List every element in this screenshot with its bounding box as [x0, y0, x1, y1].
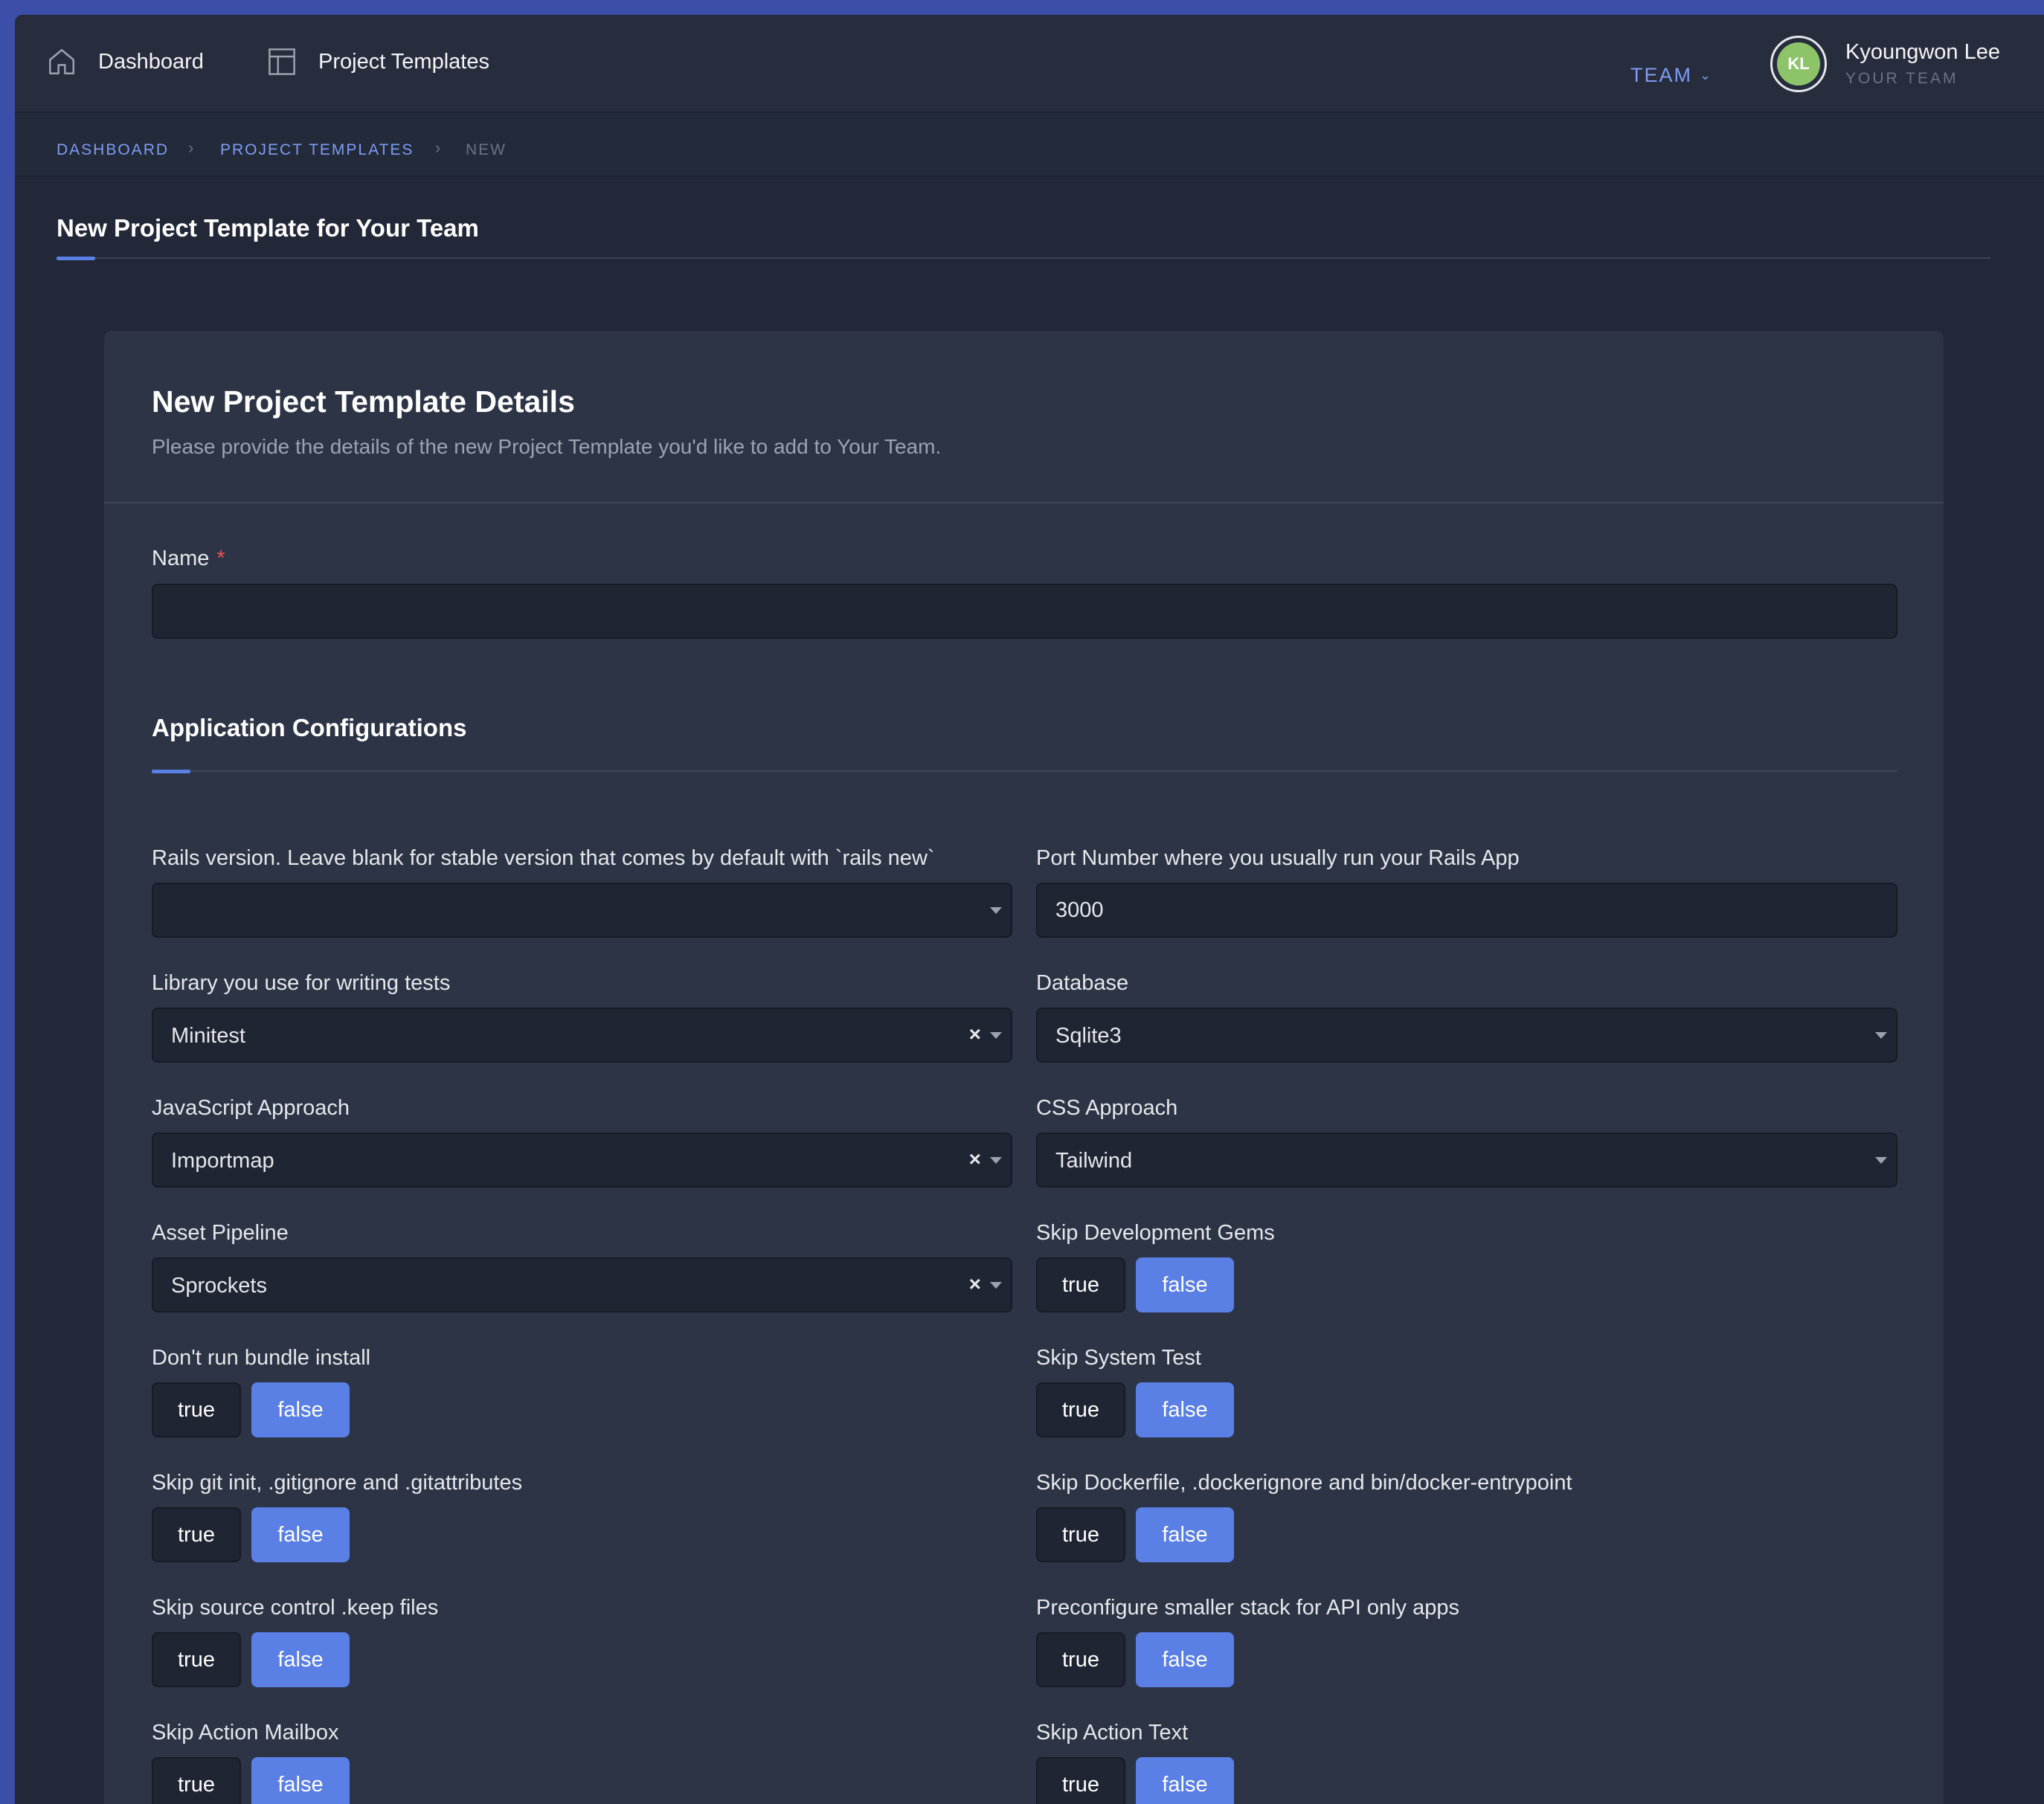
title-divider-accent [57, 257, 95, 260]
skip-system-test-toggle: true false [1036, 1382, 1234, 1437]
skip-text-label: Skip Action Text [1036, 1721, 1189, 1745]
port-label: Port Number where you usually run your R… [1036, 846, 1520, 870]
false-button[interactable]: false [1136, 1257, 1234, 1312]
true-button[interactable]: true [1036, 1382, 1125, 1437]
form-card: New Project Template Details Please prov… [104, 331, 1944, 1804]
test-library-select[interactable]: Minitest × [152, 1008, 1012, 1063]
port-input[interactable] [1036, 883, 1897, 938]
false-button[interactable]: false [251, 1507, 350, 1562]
breadcrumb-separator-icon: › [188, 138, 194, 157]
false-button[interactable]: false [1136, 1757, 1234, 1804]
breadcrumb-separator-icon: › [435, 138, 441, 157]
javascript-select[interactable]: Importmap × [152, 1133, 1012, 1188]
user-name[interactable]: Kyoungwon Lee [1845, 40, 2000, 65]
javascript-value: Importmap [171, 1149, 274, 1173]
section-divider-accent [152, 770, 190, 773]
caret-down-icon[interactable] [990, 1032, 1002, 1039]
name-label: Name * [152, 547, 225, 571]
caret-down-icon[interactable] [990, 907, 1002, 914]
close-icon[interactable]: × [969, 1272, 981, 1296]
css-label: CSS Approach [1036, 1096, 1178, 1120]
home-icon [49, 49, 74, 74]
false-button[interactable]: false [1136, 1507, 1234, 1562]
skip-docker-toggle: true false [1036, 1507, 1234, 1562]
true-button[interactable]: true [152, 1507, 241, 1562]
close-icon[interactable]: × [969, 1022, 981, 1046]
rails-version-label: Rails version. Leave blank for stable ve… [152, 846, 935, 870]
breadcrumb-project-templates[interactable]: PROJECT TEMPLATES [220, 141, 414, 159]
user-team: YOUR TEAM [1845, 70, 1958, 87]
required-mark: * [216, 547, 225, 570]
asset-pipeline-value: Sprockets [171, 1274, 267, 1298]
app-window: Dashboard Project Templates TEAM ⌄ KL Ky… [15, 15, 2044, 1804]
avatar-initials: KL [1777, 42, 1820, 86]
chevron-down-icon: ⌄ [1700, 68, 1713, 83]
test-library-value: Minitest [171, 1024, 245, 1048]
database-value: Sqlite3 [1055, 1024, 1122, 1048]
caret-down-icon[interactable] [990, 1282, 1002, 1289]
css-select[interactable]: Tailwind [1036, 1133, 1897, 1188]
card-divider [104, 502, 1944, 503]
css-value: Tailwind [1055, 1149, 1133, 1173]
card-subtitle: Please provide the details of the new Pr… [152, 435, 942, 458]
section-divider [152, 770, 1897, 772]
name-label-text: Name [152, 547, 210, 570]
true-button[interactable]: true [152, 1382, 241, 1437]
skip-system-test-label: Skip System Test [1036, 1346, 1201, 1370]
true-button[interactable]: true [1036, 1757, 1125, 1804]
top-navigation: Dashboard Project Templates TEAM ⌄ KL Ky… [15, 15, 2044, 113]
nav-dashboard[interactable]: Dashboard [46, 46, 204, 77]
skip-keep-label: Skip source control .keep files [152, 1596, 439, 1620]
caret-down-icon[interactable] [990, 1157, 1002, 1164]
api-only-toggle: true false [1036, 1632, 1234, 1687]
true-button[interactable]: true [1036, 1632, 1125, 1687]
section-title: Application Configurations [152, 714, 467, 741]
breadcrumb-current: NEW [466, 141, 507, 158]
no-bundle-label: Don't run bundle install [152, 1346, 371, 1370]
false-button[interactable]: false [251, 1757, 350, 1804]
database-label: Database [1036, 971, 1129, 995]
caret-down-icon[interactable] [1875, 1157, 1887, 1164]
no-bundle-toggle: true false [152, 1382, 350, 1437]
nav-project-templates-label: Project Templates [318, 49, 489, 74]
avatar[interactable]: KL [1770, 36, 1827, 92]
page-title: New Project Template for Your Team [57, 214, 479, 242]
skip-git-label: Skip git init, .gitignore and .gitattrib… [152, 1471, 523, 1495]
false-button[interactable]: false [251, 1382, 350, 1437]
team-menu-label: TEAM [1630, 64, 1693, 86]
breadcrumb: DASHBOARD › PROJECT TEMPLATES › NEW [15, 113, 2044, 177]
javascript-label: JavaScript Approach [152, 1096, 350, 1120]
asset-pipeline-label: Asset Pipeline [152, 1221, 289, 1245]
name-input[interactable] [152, 584, 1897, 639]
skip-dev-gems-label: Skip Development Gems [1036, 1221, 1275, 1245]
breadcrumb-dashboard[interactable]: DASHBOARD [57, 141, 169, 159]
skip-mailbox-label: Skip Action Mailbox [152, 1721, 339, 1745]
true-button[interactable]: true [152, 1757, 241, 1804]
close-icon[interactable]: × [969, 1147, 981, 1171]
false-button[interactable]: false [1136, 1382, 1234, 1437]
card-title: New Project Template Details [152, 384, 575, 419]
skip-keep-toggle: true false [152, 1632, 350, 1687]
rails-version-select[interactable] [152, 883, 1012, 938]
test-library-label: Library you use for writing tests [152, 971, 451, 995]
team-menu[interactable]: TEAM ⌄ [1630, 64, 1712, 87]
true-button[interactable]: true [1036, 1507, 1125, 1562]
asset-pipeline-select[interactable]: Sprockets × [152, 1257, 1012, 1312]
true-button[interactable]: true [1036, 1257, 1125, 1312]
skip-text-toggle: true false [1036, 1757, 1234, 1804]
skip-docker-label: Skip Dockerfile, .dockerignore and bin/d… [1036, 1471, 1572, 1495]
nav-dashboard-label: Dashboard [98, 49, 204, 74]
title-divider [57, 257, 1990, 259]
database-select[interactable]: Sqlite3 [1036, 1008, 1897, 1063]
skip-git-toggle: true false [152, 1507, 350, 1562]
false-button[interactable]: false [1136, 1632, 1234, 1687]
layout-icon [269, 48, 295, 75]
true-button[interactable]: true [152, 1632, 241, 1687]
nav-project-templates[interactable]: Project Templates [266, 46, 489, 77]
skip-mailbox-toggle: true false [152, 1757, 350, 1804]
false-button[interactable]: false [251, 1632, 350, 1687]
skip-dev-gems-toggle: true false [1036, 1257, 1234, 1312]
api-only-label: Preconfigure smaller stack for API only … [1036, 1596, 1459, 1620]
caret-down-icon[interactable] [1875, 1032, 1887, 1039]
